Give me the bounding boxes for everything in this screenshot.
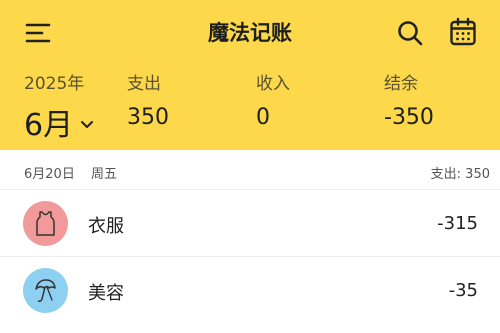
item-amount: -315	[437, 213, 478, 234]
day-weekday: 周五	[91, 167, 118, 182]
expense-value: 350	[127, 105, 169, 130]
item-name: 衣服	[88, 216, 124, 237]
day-total: 支出: 350	[430, 167, 490, 182]
month-selector[interactable]: 6月	[24, 100, 95, 144]
app-title: 魔法记账	[208, 21, 292, 45]
item-amount: -35	[448, 280, 478, 301]
income-label: 收入	[256, 74, 290, 94]
month-value: 6月	[24, 108, 74, 143]
year-label: 2025年	[24, 74, 85, 94]
expense-label: 支出	[127, 74, 161, 94]
balance-label: 结余	[384, 74, 418, 94]
day-date: 6月20日	[24, 167, 75, 182]
umbrella-icon	[35, 279, 56, 302]
chevron-down-icon	[81, 121, 94, 128]
search-icon[interactable]	[396, 19, 424, 47]
list-item[interactable]: 美容 -35	[0, 258, 500, 324]
item-name: 美容	[88, 283, 124, 304]
income-value: 0	[256, 105, 270, 130]
category-icon-badge	[23, 201, 68, 246]
balance-value: -350	[384, 105, 434, 130]
category-icon-badge	[23, 268, 68, 313]
top-bar: 魔法记账	[0, 0, 500, 66]
month-summary: 2025年 6月 支出 350 收入 0 结余 -350	[0, 66, 500, 150]
list-item[interactable]: 衣服 -315	[0, 191, 500, 257]
day-header: 6月20日 周五 支出: 350	[0, 150, 500, 190]
calendar-icon[interactable]	[449, 17, 477, 47]
app-header: 魔法记账 2025年 6月 支出 350 收入 0 结余 -350	[0, 0, 500, 150]
tank-top-icon	[36, 211, 55, 236]
